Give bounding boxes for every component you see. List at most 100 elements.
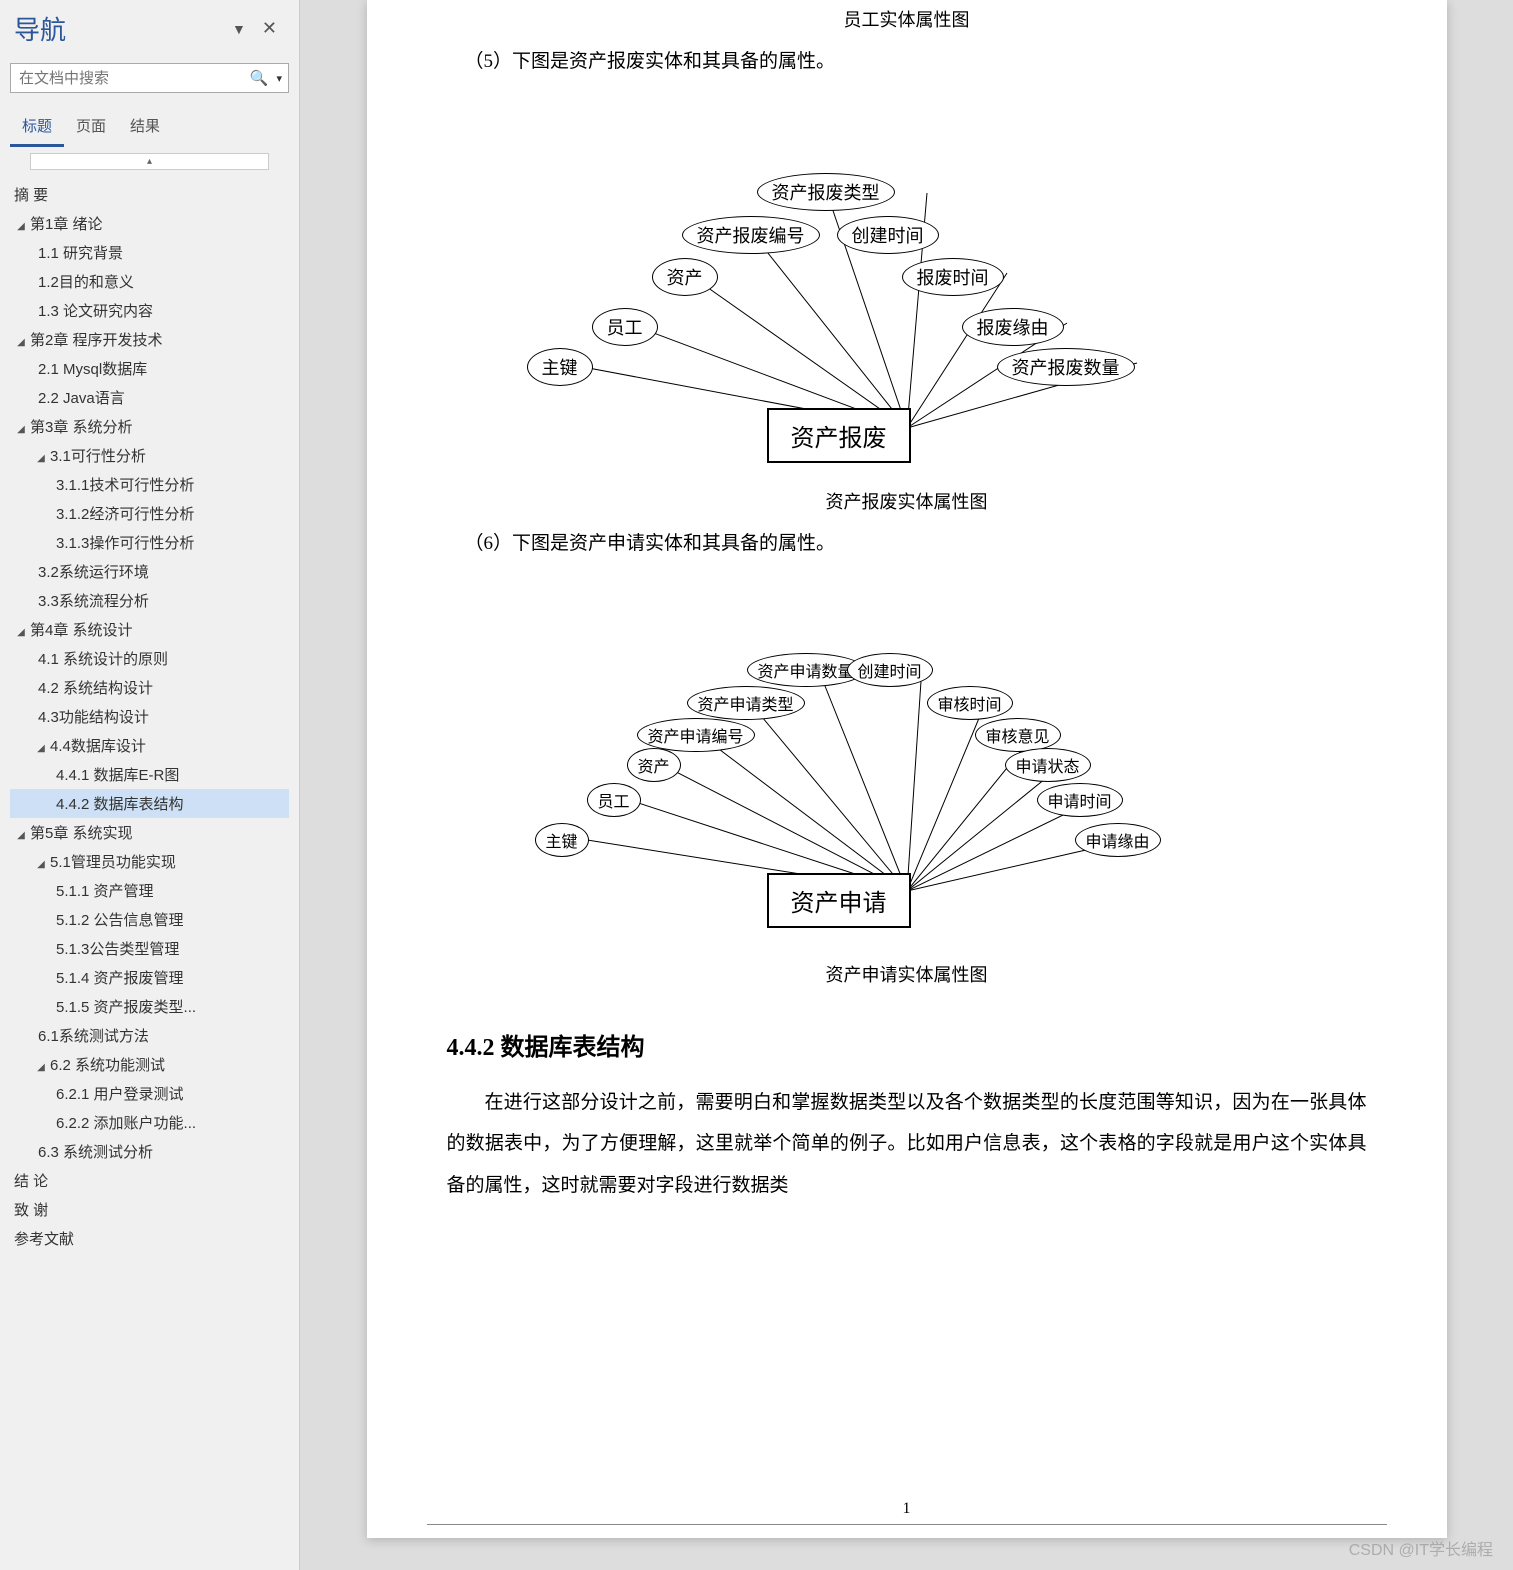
nav-tree-item[interactable]: 4.2 系统结构设计 (10, 673, 289, 702)
er-attr: 申请缘由 (1075, 823, 1161, 857)
tree-toggle-icon[interactable]: ◢ (14, 337, 28, 348)
nav-tree-item[interactable]: 3.1.2经济可行性分析 (10, 499, 289, 528)
er-attr: 创建时间 (847, 653, 933, 687)
nav-tree-item[interactable]: ◢5.1管理员功能实现 (10, 847, 289, 876)
document-page: 员工实体属性图 （5）下图是资产报废实体和其具备的属性。 主键 员工 资产 资产… (367, 0, 1447, 1538)
nav-tree-item[interactable]: 1.2目的和意义 (10, 267, 289, 296)
er-attr: 主键 (535, 823, 589, 857)
nav-tree-item[interactable]: 致 谢 (10, 1195, 289, 1224)
nav-tree-item[interactable]: ◢6.2 系统功能测试 (10, 1050, 289, 1079)
er-diagram-asset-scrap: 主键 员工 资产 资产报废编号 资产报废类型 创建时间 报废时间 报废缘由 资产… (427, 98, 1387, 468)
tab-results[interactable]: 结果 (118, 109, 172, 147)
nav-tree-item[interactable]: 5.1.4 资产报废管理 (10, 963, 289, 992)
nav-tree-item[interactable]: 5.1.2 公告信息管理 (10, 905, 289, 934)
nav-tree-item[interactable]: 4.1 系统设计的原则 (10, 644, 289, 673)
body-paragraph: 在进行这部分设计之前，需要明白和掌握数据类型以及各个数据类型的长度范围等知识，因… (447, 1082, 1367, 1207)
tree-item-label: 4.3功能结构设计 (38, 709, 149, 726)
nav-tree-item[interactable]: 3.3系统流程分析 (10, 586, 289, 615)
tree-item-label: 5.1.4 资产报废管理 (56, 970, 184, 987)
tree-item-label: 5.1.3公告类型管理 (56, 941, 179, 958)
tree-item-label: 6.3 系统测试分析 (38, 1144, 153, 1161)
tree-item-label: 2.1 Mysql数据库 (38, 361, 147, 378)
nav-tree-item[interactable]: 6.2.2 添加账户功能... (10, 1108, 289, 1137)
tree-item-label: 2.2 Java语言 (38, 390, 125, 407)
tree-item-label: 6.2.2 添加账户功能... (56, 1115, 196, 1132)
nav-tabs: 标题 页面 结果 (0, 99, 299, 147)
nav-options-dropdown[interactable]: ▼ (224, 17, 254, 41)
tree-item-label: 4.2 系统结构设计 (38, 680, 153, 697)
tree-toggle-icon[interactable]: ◢ (34, 1062, 48, 1073)
nav-tree-item[interactable]: ◢第1章 绪论 (10, 209, 289, 238)
tree-toggle-icon[interactable]: ◢ (14, 627, 28, 638)
nav-title: 导航 (14, 10, 224, 47)
section-heading: 4.4.2 数据库表结构 (447, 1027, 1387, 1062)
nav-tree-item[interactable]: ◢3.1可行性分析 (10, 441, 289, 470)
tree-item-label: 6.2.1 用户登录测试 (56, 1086, 184, 1103)
tree-item-label: 第3章 系统分析 (30, 419, 133, 436)
tree-toggle-icon[interactable]: ◢ (14, 830, 28, 841)
nav-tree-item[interactable]: 6.1系统测试方法 (10, 1021, 289, 1050)
nav-tree-item[interactable]: 结 论 (10, 1166, 289, 1195)
nav-tree-item[interactable]: ◢第3章 系统分析 (10, 412, 289, 441)
nav-tree-item[interactable]: 2.2 Java语言 (10, 383, 289, 412)
nav-tree-item[interactable]: 6.2.1 用户登录测试 (10, 1079, 289, 1108)
nav-tree-item[interactable]: 参考文献 (10, 1224, 289, 1253)
tree-toggle-icon[interactable]: ◢ (34, 859, 48, 870)
nav-tree-item[interactable]: 摘 要 (10, 180, 289, 209)
tab-pages[interactable]: 页面 (64, 109, 118, 147)
nav-tree-item[interactable]: 3.1.3操作可行性分析 (10, 528, 289, 557)
tree-item-label: 6.1系统测试方法 (38, 1028, 149, 1045)
tree-item-label: 1.2目的和意义 (38, 274, 134, 291)
search-options-dropdown[interactable]: ▾ (274, 72, 288, 85)
tree-item-label: 参考文献 (14, 1231, 74, 1248)
er-attr: 报废缘由 (962, 308, 1064, 346)
tree-item-label: 致 谢 (14, 1202, 48, 1219)
search-input[interactable] (11, 66, 244, 91)
tree-toggle-icon[interactable]: ◢ (14, 424, 28, 435)
tree-toggle-icon[interactable]: ◢ (14, 221, 28, 232)
page-number: 1 (367, 1500, 1447, 1518)
tree-item-label: 3.1.2经济可行性分析 (56, 506, 194, 523)
nav-tree-item[interactable]: 3.2系统运行环境 (10, 557, 289, 586)
er-diagram-asset-apply: 主键 员工 资产 资产申请编号 资产申请类型 资产申请数量 创建时间 审核时间 … (427, 581, 1387, 941)
search-icon[interactable]: 🔍 (244, 69, 275, 87)
nav-tree-item[interactable]: 4.3功能结构设计 (10, 702, 289, 731)
nav-tree-item[interactable]: ◢第4章 系统设计 (10, 615, 289, 644)
nav-tree-item[interactable]: 6.3 系统测试分析 (10, 1137, 289, 1166)
nav-tree-item[interactable]: 2.1 Mysql数据库 (10, 354, 289, 383)
tree-item-label: 第2章 程序开发技术 (30, 332, 163, 349)
collapse-all-button[interactable]: ▴ (30, 153, 269, 170)
tree-item-label: 4.4.2 数据库表结构 (56, 796, 184, 813)
er-attr: 员工 (592, 308, 658, 346)
er-attr: 资产报废编号 (682, 216, 820, 254)
tree-item-label: 第4章 系统设计 (30, 622, 133, 639)
tab-headings[interactable]: 标题 (10, 109, 64, 147)
er-entity: 资产报废 (767, 408, 911, 463)
document-area: 员工实体属性图 （5）下图是资产报废实体和其具备的属性。 主键 员工 资产 资产… (300, 0, 1513, 1570)
er-attr: 创建时间 (837, 216, 939, 254)
er-attr: 资产申请类型 (687, 686, 805, 720)
nav-tree-item[interactable]: 5.1.1 资产管理 (10, 876, 289, 905)
nav-tree-item[interactable]: 5.1.5 资产报废类型... (10, 992, 289, 1021)
tree-item-label: 3.1.3操作可行性分析 (56, 535, 194, 552)
nav-tree-item[interactable]: 1.1 研究背景 (10, 238, 289, 267)
nav-tree-item[interactable]: 3.1.1技术可行性分析 (10, 470, 289, 499)
er-attr: 审核意见 (975, 718, 1061, 752)
tree-item-label: 5.1.2 公告信息管理 (56, 912, 184, 929)
nav-tree-item[interactable]: 5.1.3公告类型管理 (10, 934, 289, 963)
close-icon[interactable]: ✕ (254, 14, 285, 43)
er-attr: 资产 (652, 258, 718, 296)
tree-item-label: 3.1.1技术可行性分析 (56, 477, 194, 494)
tree-item-label: 3.2系统运行环境 (38, 564, 149, 581)
nav-tree-item[interactable]: ◢第2章 程序开发技术 (10, 325, 289, 354)
tree-toggle-icon[interactable]: ◢ (34, 453, 48, 464)
nav-tree-item[interactable]: 1.3 论文研究内容 (10, 296, 289, 325)
tree-item-label: 第1章 绪论 (30, 216, 103, 233)
tree-toggle-icon[interactable]: ◢ (34, 743, 48, 754)
er-entity: 资产申请 (767, 873, 911, 928)
nav-tree-item[interactable]: 4.4.2 数据库表结构 (10, 789, 289, 818)
nav-tree-item[interactable]: ◢第5章 系统实现 (10, 818, 289, 847)
nav-tree-item[interactable]: 4.4.1 数据库E-R图 (10, 760, 289, 789)
page-border (427, 1524, 1387, 1538)
nav-tree-item[interactable]: ◢4.4数据库设计 (10, 731, 289, 760)
